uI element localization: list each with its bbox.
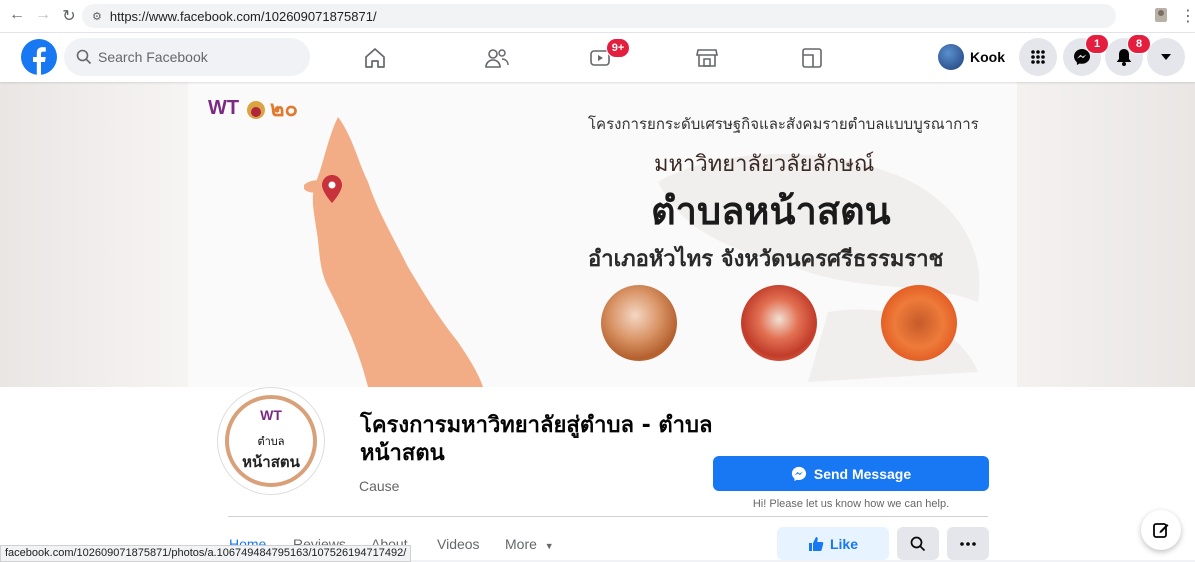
page-category[interactable]: Cause <box>359 478 399 494</box>
send-message-label: Send Message <box>813 465 912 482</box>
nav-home[interactable] <box>320 33 430 82</box>
new-message-button[interactable] <box>1141 510 1181 550</box>
svg-text:WT: WT <box>260 407 282 423</box>
cover-line-1: โครงการยกระดับเศรษฐกิจและสังคมรายตำบลแบบ… <box>588 115 979 133</box>
like-button[interactable]: Like <box>777 527 889 560</box>
page-title: โครงการมหาวิทยาลัยสู่ตำบล - ตำบลหน้าสตน <box>360 413 713 466</box>
marketplace-icon <box>696 48 718 67</box>
groups-icon <box>802 47 822 68</box>
profile-pic-top-text: ตำบล <box>257 435 285 448</box>
messenger-button[interactable]: 1 <box>1063 34 1109 76</box>
menu-button[interactable] <box>1019 38 1057 76</box>
extension-icon[interactable] <box>1153 6 1169 24</box>
caret-down-icon <box>1161 54 1171 60</box>
facebook-header: Search Facebook 9+ Kook 1 8 <box>0 33 1195 82</box>
browser-menu-icon[interactable]: ⋮ <box>1180 6 1195 26</box>
back-arrow-icon[interactable]: ← <box>6 6 28 24</box>
search-input[interactable]: Search Facebook <box>64 38 310 76</box>
nav-groups[interactable] <box>757 33 867 82</box>
notifications-button[interactable]: 8 <box>1105 34 1151 76</box>
thumbs-up-icon <box>808 536 824 551</box>
caret-down-icon: ▼ <box>544 541 554 551</box>
more-options-button[interactable] <box>947 527 989 560</box>
watch-badge: 9+ <box>606 38 630 58</box>
svg-text:WT: WT <box>208 97 239 119</box>
search-icon <box>910 536 926 551</box>
cover-line-3: ตำบลหน้าสตน <box>651 189 891 233</box>
send-message-note: Hi! Please let us know how we can help. <box>752 498 950 510</box>
grid-menu-icon <box>1031 50 1045 64</box>
cover-line-4: อำเภอหัวไทร จังหวัดนครศรีธรรมราช <box>588 247 944 272</box>
district-map <box>304 117 483 387</box>
food-photo-chili <box>881 285 957 361</box>
food-photo-shrimp <box>601 285 677 361</box>
send-message-button[interactable]: Send Message <box>713 456 989 491</box>
profile-chip[interactable]: Kook <box>938 41 1005 73</box>
forward-arrow-icon[interactable]: → <box>32 6 54 24</box>
cover-line-2: มหาวิทยาลัยวลัยลักษณ์ <box>654 152 875 177</box>
avatar <box>938 44 964 70</box>
nav-marketplace[interactable] <box>652 33 762 82</box>
tab-more-label: More <box>505 536 537 552</box>
svg-text:๒๐: ๒๐ <box>270 97 298 122</box>
home-icon <box>365 47 385 68</box>
tab-videos[interactable]: Videos <box>437 536 480 552</box>
search-page-button[interactable] <box>897 527 939 560</box>
search-icon <box>76 49 92 65</box>
friends-icon <box>485 48 509 68</box>
cover-photo[interactable]: WT ๒๐ โครงการยกระดับเศรษฐกิจและสังคมรายต… <box>188 82 1017 387</box>
status-bar-url: facebook.com/102609071875871/photos/a.10… <box>0 545 412 562</box>
url-text: https://www.facebook.com/102609071875871… <box>109 8 377 24</box>
messenger-icon <box>791 466 806 481</box>
ellipsis-icon <box>960 541 976 546</box>
address-bar[interactable]: ⚙ https://www.facebook.com/1026090718758… <box>82 4 1116 28</box>
food-photo-paste <box>741 285 817 361</box>
tabs-divider <box>228 516 988 517</box>
site-info-icon[interactable]: ⚙ <box>92 10 102 23</box>
facebook-logo-icon[interactable] <box>21 39 57 75</box>
reload-icon[interactable]: ↻ <box>58 6 80 26</box>
tab-more[interactable]: More ▼ <box>505 536 554 552</box>
browser-toolbar: ← → ↻ ⚙ https://www.facebook.com/1026090… <box>0 0 1195 33</box>
search-placeholder: Search Facebook <box>98 49 208 65</box>
page-profile-picture[interactable]: WT ตำบล หน้าสตน <box>218 388 324 494</box>
like-label: Like <box>829 535 858 552</box>
compose-icon <box>1153 523 1169 538</box>
profile-pic-bottom-text: หน้าสตน <box>242 453 300 471</box>
nav-friends[interactable] <box>442 33 552 82</box>
profile-name: Kook <box>970 49 1005 65</box>
nav-watch[interactable]: 9+ <box>545 33 655 82</box>
account-button[interactable] <box>1147 38 1185 76</box>
